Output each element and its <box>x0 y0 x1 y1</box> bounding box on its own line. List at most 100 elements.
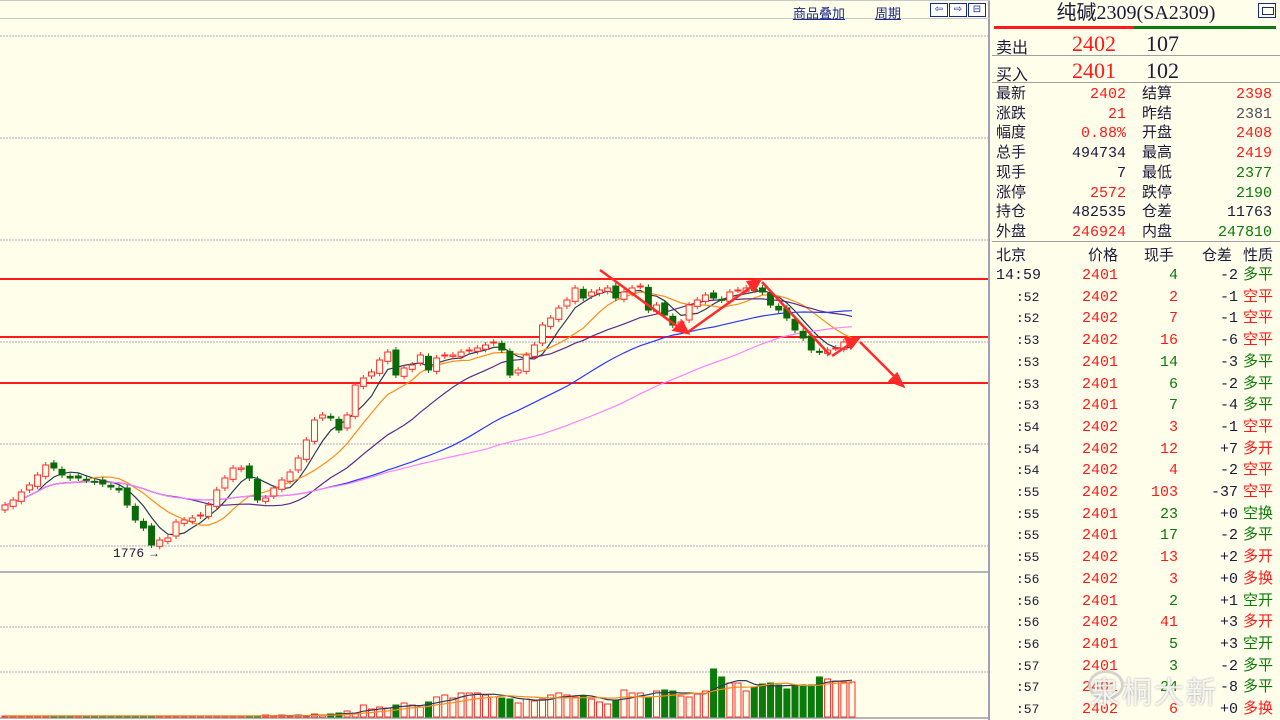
candle <box>278 477 286 493</box>
candle-body <box>74 475 82 479</box>
stat-label: 最低 <box>1142 164 1173 182</box>
tick-row[interactable]: :52 2402 2 -1 空平 <box>992 287 1280 308</box>
stat-value: 21 <box>1107 105 1126 123</box>
tick-nature: 多开 <box>1243 614 1274 632</box>
volume-bar <box>400 702 408 718</box>
tick-oi-change: +3 <box>1219 635 1238 653</box>
candle-body <box>335 418 343 431</box>
candle-body <box>693 299 701 307</box>
tick-time: :53 <box>1016 354 1040 370</box>
candle-body <box>408 364 416 370</box>
tick-volume: 6 <box>1168 375 1178 393</box>
kline-chart-area[interactable]: 1776 → 商品叠加 周期 ⇦ ⇨ ⊟ <box>0 0 990 720</box>
tick-nature: 多平 <box>1243 657 1274 675</box>
candle-body <box>547 317 555 327</box>
tick-oi-change: +0 <box>1219 701 1238 718</box>
tick-time: :53 <box>1016 398 1040 414</box>
stat-value: 0.88% <box>1080 125 1126 143</box>
candle-body <box>522 354 530 372</box>
tick-nature: 空开 <box>1243 592 1274 610</box>
candles <box>1 283 856 550</box>
candle-body <box>196 514 204 517</box>
candle <box>148 523 156 548</box>
tick-time: :57 <box>1016 702 1040 717</box>
tick-row[interactable]: :55 2401 17 -2 多平 <box>992 525 1280 546</box>
candle <box>123 485 131 508</box>
tick-row[interactable]: :53 2401 6 -2 多平 <box>992 374 1280 395</box>
tick-time: :57 <box>1016 658 1040 674</box>
candle-body <box>441 354 449 357</box>
tick-row[interactable]: :55 2401 23 +0 空换 <box>992 504 1280 525</box>
volume-bar <box>514 702 522 718</box>
tick-price: 2402 <box>1082 570 1119 588</box>
tick-row[interactable]: :54 2402 3 -1 空平 <box>992 417 1280 438</box>
tick-row[interactable]: :53 2401 7 -4 多平 <box>992 395 1280 416</box>
volume-bar <box>498 697 506 718</box>
candle-body <box>425 355 432 371</box>
candle-body <box>91 480 99 483</box>
candle-body <box>229 467 237 480</box>
candle-body <box>82 478 90 481</box>
ask-row: 卖出 2402 107 <box>992 30 1280 58</box>
candle-body <box>384 351 392 362</box>
candle <box>335 416 343 433</box>
stat-value: 494734 <box>1071 145 1126 163</box>
tick-volume: 103 <box>1150 484 1178 501</box>
tick-volume: 16 <box>1159 332 1178 350</box>
ma5-line <box>4 289 853 536</box>
tick-row[interactable]: :53 2401 14 -3 多平 <box>992 352 1280 373</box>
candle-body <box>188 517 196 522</box>
stat-label: 最新 <box>996 86 1027 103</box>
tick-row[interactable]: :53 2402 16 -6 空平 <box>992 330 1280 351</box>
candle-body <box>9 499 17 507</box>
stat-value: 247810 <box>1217 223 1272 241</box>
tick-row[interactable]: :54 2402 12 +7 多开 <box>992 439 1280 460</box>
candle-body <box>596 289 604 294</box>
tick-time: :55 <box>1016 506 1040 522</box>
tick-time: :56 <box>1016 636 1040 652</box>
kline-chart[interactable]: 1776 → <box>0 0 990 720</box>
tick-row[interactable]: 14:59 2401 4 -2 多平 <box>992 265 1280 286</box>
volume-bar <box>840 681 848 718</box>
candle-body <box>148 525 156 546</box>
tick-row[interactable]: :54 2402 4 -2 空平 <box>992 460 1280 481</box>
candle-body <box>237 467 245 470</box>
ma20-line <box>4 298 853 507</box>
tick-nature: 空平 <box>1243 288 1274 306</box>
candle-body <box>473 347 481 352</box>
scroll-right-button[interactable]: ⇨ <box>949 3 967 17</box>
candle-body <box>1 504 9 511</box>
scroll-left-button[interactable]: ⇦ <box>930 3 948 17</box>
tick-time: :56 <box>1016 593 1040 609</box>
chart-toolbar: 商品叠加 周期 ⇦ ⇨ ⊟ <box>0 0 990 22</box>
tick-nature: 多开 <box>1243 549 1274 567</box>
tick-row[interactable]: :56 2401 2 +1 空开 <box>992 591 1280 612</box>
tick-row[interactable]: :55 2402 13 +2 多开 <box>992 547 1280 568</box>
period-link[interactable]: 周期 <box>875 3 901 22</box>
candle <box>710 290 718 301</box>
volume-bar <box>441 694 449 718</box>
candle <box>253 476 261 503</box>
low-price-label: 1776 <box>113 546 144 561</box>
candle-body <box>701 294 709 302</box>
volume-bar <box>710 668 718 718</box>
tick-time: :52 <box>1016 311 1040 327</box>
restore-window-icon[interactable] <box>1258 3 1276 18</box>
candle <box>612 283 620 301</box>
tick-volume: 23 <box>1159 505 1178 523</box>
volume-bar <box>848 681 856 718</box>
tick-row[interactable]: :56 2402 3 +0 多换 <box>992 569 1280 590</box>
layout-button[interactable]: ⊟ <box>968 3 986 17</box>
tick-nature: 多换 <box>1243 701 1274 718</box>
ma40-line <box>4 310 853 506</box>
tick-row[interactable]: :52 2402 7 -1 空平 <box>992 308 1280 329</box>
header-time: 北京 <box>996 248 1027 265</box>
tick-row[interactable]: :55 2402 103 -37 空平 <box>992 482 1280 503</box>
tick-row[interactable]: :56 2401 5 +3 空开 <box>992 634 1280 655</box>
overlay-symbol-link[interactable]: 商品叠加 <box>793 3 845 22</box>
stat-label: 幅度 <box>996 125 1027 143</box>
candle <box>465 347 473 353</box>
tick-row[interactable]: :56 2402 41 +3 多开 <box>992 612 1280 633</box>
tick-oi-change: -2 <box>1219 462 1238 480</box>
candle <box>99 477 107 487</box>
